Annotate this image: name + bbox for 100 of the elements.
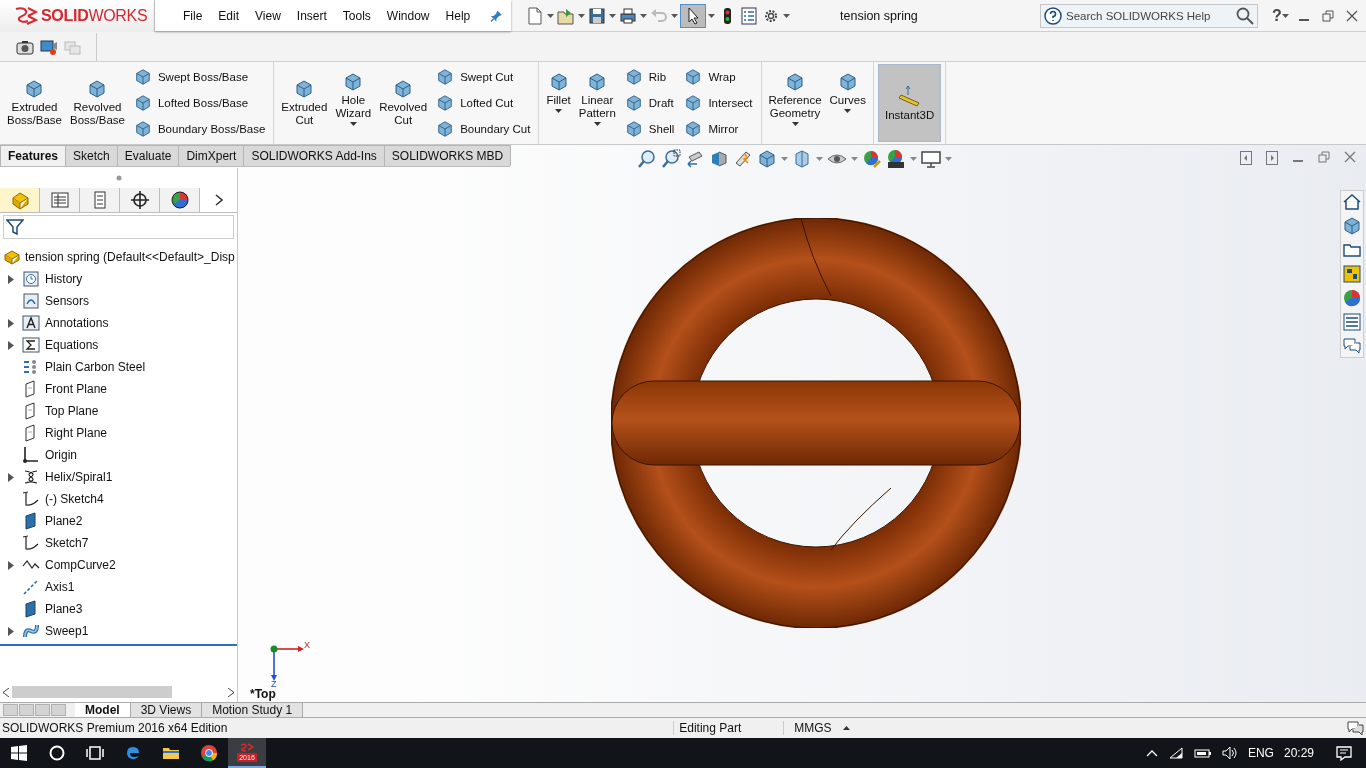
left-panel-icon[interactable] bbox=[1240, 151, 1252, 165]
tree-item[interactable]: Front Plane bbox=[45, 382, 108, 396]
chat-icon[interactable] bbox=[1346, 720, 1364, 736]
caret-icon[interactable] bbox=[640, 13, 647, 18]
color-wheel-icon[interactable] bbox=[1342, 288, 1362, 308]
ribbon-button[interactable]: Shell bbox=[624, 118, 675, 140]
scroll-right-icon[interactable] bbox=[228, 687, 234, 697]
command-tab[interactable]: SOLIDWORKS Add-Ins bbox=[243, 145, 385, 166]
camera-icon[interactable] bbox=[16, 38, 34, 55]
scroll-left-icon[interactable] bbox=[3, 687, 9, 697]
menu-item[interactable]: View bbox=[247, 8, 289, 23]
command-tab[interactable]: DimXpert bbox=[178, 145, 245, 166]
ribbon-button[interactable]: Fillet bbox=[543, 64, 574, 142]
ribbon-button[interactable]: Extruded Cut bbox=[278, 64, 331, 142]
task-view-icon[interactable] bbox=[86, 744, 104, 762]
expand-arrow-icon[interactable] bbox=[8, 560, 14, 570]
command-tab[interactable]: Evaluate bbox=[116, 145, 180, 166]
close-icon[interactable] bbox=[1344, 151, 1356, 163]
model-tab[interactable]: Model bbox=[75, 703, 131, 717]
ribbon-button[interactable]: Extruded Boss/Base bbox=[4, 64, 65, 142]
wifi-icon[interactable] bbox=[1167, 746, 1184, 760]
notification-icon[interactable] bbox=[1336, 745, 1352, 761]
help-button[interactable]: ? bbox=[1272, 6, 1282, 25]
caret-up-icon[interactable] bbox=[843, 726, 851, 730]
chat-icon[interactable] bbox=[1342, 336, 1362, 356]
video-camera-icon[interactable] bbox=[40, 37, 58, 56]
new-document-icon[interactable] bbox=[526, 5, 544, 26]
tree-item[interactable]: History bbox=[45, 272, 83, 286]
windows-logo-icon[interactable] bbox=[10, 744, 28, 762]
ribbon-button[interactable]: Swept Cut bbox=[436, 66, 531, 88]
menu-item[interactable]: File bbox=[175, 8, 211, 23]
tree-item[interactable]: Axis1 bbox=[45, 580, 75, 594]
cube-icon[interactable] bbox=[1342, 216, 1362, 236]
palette-icon[interactable] bbox=[1342, 264, 1362, 284]
expand-arrow-icon[interactable] bbox=[8, 626, 14, 636]
command-tab[interactable]: Sketch bbox=[65, 145, 118, 166]
caret-icon[interactable] bbox=[578, 13, 585, 18]
menu-item[interactable]: Help bbox=[437, 8, 479, 23]
expand-arrow-icon[interactable] bbox=[8, 274, 14, 284]
monitor-icon[interactable] bbox=[921, 149, 942, 169]
ribbon-button[interactable]: Instant3D bbox=[878, 64, 942, 142]
ribbon-button[interactable]: Draft bbox=[624, 92, 675, 114]
expand-arrow-icon[interactable] bbox=[8, 472, 14, 482]
scrollbar-thumb[interactable] bbox=[12, 686, 172, 698]
save-icon[interactable] bbox=[588, 5, 606, 26]
restore-icon[interactable] bbox=[1318, 151, 1330, 163]
close-icon[interactable] bbox=[1346, 9, 1358, 22]
caret-icon[interactable] bbox=[547, 13, 554, 18]
tree-item[interactable]: Plane2 bbox=[45, 514, 83, 528]
ribbon-button[interactable]: Linear Pattern bbox=[575, 64, 619, 142]
menu-item[interactable]: Edit bbox=[210, 8, 248, 23]
tree-item[interactable]: Equations bbox=[45, 338, 99, 352]
search-field[interactable]: Search SOLIDWORKS Help bbox=[1040, 3, 1258, 28]
speaker-icon[interactable] bbox=[1221, 746, 1238, 760]
list-icon[interactable] bbox=[1342, 312, 1362, 332]
tree-item[interactable]: Plain Carbon Steel bbox=[45, 360, 146, 374]
model-tab[interactable]: 3D Views bbox=[130, 703, 203, 717]
tree-item[interactable]: Sensors bbox=[45, 294, 90, 308]
pin-icon[interactable] bbox=[490, 8, 503, 23]
tree-item[interactable]: Helix/Spiral1 bbox=[45, 470, 113, 484]
appearance-icon[interactable] bbox=[862, 149, 883, 169]
menu-item[interactable]: Insert bbox=[288, 8, 335, 23]
chevron-right-icon[interactable] bbox=[214, 194, 223, 206]
caret-icon[interactable] bbox=[671, 13, 678, 18]
splitter-grip-icon[interactable] bbox=[115, 175, 122, 181]
tree-item[interactable]: Top Plane bbox=[45, 404, 99, 418]
section-view-icon[interactable] bbox=[709, 149, 730, 169]
zoom-area-icon[interactable] bbox=[661, 149, 682, 169]
tree-item[interactable]: Sketch7 bbox=[45, 536, 89, 550]
chrome-icon[interactable] bbox=[200, 744, 218, 762]
caret-icon[interactable] bbox=[593, 122, 601, 126]
circle-icon[interactable] bbox=[48, 744, 66, 762]
tree-item[interactable]: Sweep1 bbox=[45, 624, 89, 638]
ribbon-button[interactable]: Rib bbox=[624, 66, 675, 88]
tree-root-label[interactable]: tension spring (Default<<Default>_Disp bbox=[25, 250, 235, 264]
right-panel-icon[interactable] bbox=[1266, 151, 1278, 165]
caret-icon[interactable] bbox=[844, 109, 852, 113]
model-tab[interactable]: Motion Study 1 bbox=[202, 703, 304, 717]
zoom-fit-icon[interactable] bbox=[637, 149, 658, 169]
view-orientation-icon[interactable] bbox=[757, 149, 778, 169]
ribbon-button[interactable]: Curves bbox=[826, 64, 869, 142]
home-icon[interactable] bbox=[1342, 192, 1362, 212]
ribbon-button[interactable]: Swept Boss/Base bbox=[133, 66, 266, 88]
command-tab[interactable]: Features bbox=[0, 145, 67, 166]
chevron-up-icon[interactable] bbox=[1145, 749, 1158, 757]
language-indicator[interactable]: ENG bbox=[1247, 746, 1274, 760]
ribbon-button[interactable]: Lofted Boss/Base bbox=[133, 92, 266, 114]
expand-arrow-icon[interactable] bbox=[8, 340, 14, 350]
menu-item[interactable]: Window bbox=[378, 8, 438, 23]
panel-tab[interactable] bbox=[120, 188, 160, 212]
ribbon-button[interactable]: Revolved Boss/Base bbox=[66, 64, 128, 142]
command-tab[interactable]: SOLIDWORKS MBD bbox=[383, 145, 512, 166]
filter-field[interactable] bbox=[3, 215, 234, 239]
ribbon-button[interactable]: Lofted Cut bbox=[436, 92, 531, 114]
tree-item[interactable]: (-) Sketch4 bbox=[45, 492, 104, 506]
battery-icon[interactable] bbox=[1193, 747, 1212, 759]
caret-icon[interactable] bbox=[791, 122, 799, 126]
caret-icon[interactable] bbox=[1281, 13, 1289, 18]
tree-item[interactable]: CompCurve2 bbox=[45, 558, 116, 572]
caret-icon[interactable] bbox=[708, 13, 715, 18]
